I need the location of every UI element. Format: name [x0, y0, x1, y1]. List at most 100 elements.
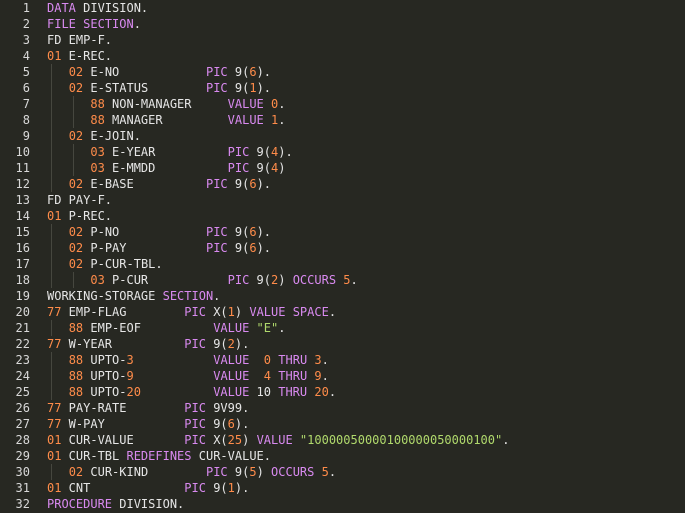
code-line[interactable]: 2 FILE SECTION. [0, 16, 685, 32]
code-token: E-JOIN. [83, 129, 141, 143]
code-line[interactable]: 5 02 E-NO PIC 9(6). [0, 64, 685, 80]
code-text: 02 E-BASE PIC 9(6). [47, 176, 271, 192]
line-number: 32 [15, 497, 30, 511]
line-number: 4 [22, 49, 30, 63]
code-token: FD PAY-F. [47, 193, 113, 207]
code-token: 03 [90, 273, 105, 287]
code-line[interactable]: 29 01 CUR-TBL REDEFINES CUR-VALUE. [0, 448, 685, 464]
code-line[interactable]: 32 PROCEDURE DIVISION. [0, 496, 685, 512]
code-line[interactable]: 17 02 P-CUR-TBL. [0, 256, 685, 272]
code-line[interactable]: 21 88 EMP-EOF VALUE "E". [0, 320, 685, 336]
code-token: ). [256, 177, 272, 191]
line-number: 27 [15, 417, 30, 431]
code-text: 02 CUR-KIND PIC 9(5) OCCURS 5. [47, 464, 336, 480]
code-line[interactable]: 9 02 E-JOIN. [0, 128, 685, 144]
code-line[interactable]: 7 88 NON-MANAGER VALUE 0. [0, 96, 685, 112]
code-token: E-YEAR [104, 145, 228, 159]
code-token: DIVISION. [83, 1, 149, 15]
code-token: OCCURS [271, 465, 315, 479]
code-line[interactable]: 20 77 EMP-FLAG PIC X(1) VALUE SPACE. [0, 304, 685, 320]
code-token: REDEFINES [126, 449, 192, 463]
code-text: 77 W-YEAR PIC 9(2). [47, 336, 249, 352]
code-token: VALUE [227, 97, 264, 111]
code-token: CUR-TBL [61, 449, 127, 463]
code-line[interactable]: 11 03 E-MMDD PIC 9(4) [0, 160, 685, 176]
code-line[interactable]: 15 02 P-NO PIC 9(6). [0, 224, 685, 240]
code-token: UPTO- [83, 385, 127, 399]
code-text: DATA DIVISION. [47, 0, 148, 16]
code-token: NON-MANAGER [104, 97, 228, 111]
code-line[interactable]: 16 02 P-PAY PIC 9(6). [0, 240, 685, 256]
code-line[interactable]: 23 88 UPTO-3 VALUE 0 THRU 3. [0, 352, 685, 368]
code-editor[interactable]: 1 DATA DIVISION. 2 FILE SECTION. 3 FD EMP-F. 4… [0, 0, 685, 513]
code-line[interactable]: 28 01 CUR-VALUE PIC X(25) VALUE "10000050… [0, 432, 685, 448]
code-token: 1 [227, 481, 235, 495]
code-line[interactable]: 27 77 W-PAY PIC 9(6). [0, 416, 685, 432]
code-token: 01 [47, 481, 62, 495]
code-line[interactable]: 24 88 UPTO-9 VALUE 4 THRU 9. [0, 368, 685, 384]
code-token: 77 [47, 305, 62, 319]
code-line[interactable]: 12 02 E-BASE PIC 9(6). [0, 176, 685, 192]
code-token: 02 [68, 129, 84, 143]
code-text: FILE SECTION. [47, 16, 141, 32]
code-line[interactable]: 31 01 CNT PIC 9(1). [0, 480, 685, 496]
code-token: PIC [227, 161, 250, 175]
code-token: VALUE [213, 321, 250, 335]
code-line[interactable]: 13 FD PAY-F. [0, 192, 685, 208]
code-token: 02 [68, 65, 84, 79]
code-token: VALUE [256, 433, 293, 447]
code-token: X( [205, 305, 228, 319]
code-token: THRU [278, 353, 308, 367]
code-text: FD EMP-F. [47, 32, 112, 48]
code-line[interactable]: 1 DATA DIVISION. [0, 0, 685, 16]
code-token: 5 [249, 465, 257, 479]
line-number: 21 [15, 321, 30, 335]
code-line[interactable]: 30 02 CUR-KIND PIC 9(5) OCCURS 5. [0, 464, 685, 480]
code-text: PROCEDURE DIVISION. [47, 496, 184, 512]
code-token: W-PAY [61, 417, 185, 431]
code-line[interactable]: 10 03 E-YEAR PIC 9(4). [0, 144, 685, 160]
code-token: 02 [68, 241, 84, 255]
code-line[interactable]: 26 77 PAY-RATE PIC 9V99. [0, 400, 685, 416]
code-token: P-REC. [61, 209, 113, 223]
code-token: 77 [47, 401, 62, 415]
code-line[interactable]: 14 01 P-REC. [0, 208, 685, 224]
code-line[interactable]: 25 88 UPTO-20 VALUE 10 THRU 20. [0, 384, 685, 400]
code-token: P-PAY [83, 241, 206, 255]
code-token: 9( [249, 161, 272, 175]
line-number: 11 [15, 161, 30, 175]
code-text: 02 E-NO PIC 9(6). [47, 64, 271, 80]
code-token: 5 [321, 465, 329, 479]
code-line[interactable]: 19 WORKING-STORAGE SECTION. [0, 288, 685, 304]
code-token: 4 [263, 369, 272, 383]
code-token: PIC [184, 401, 206, 415]
code-token: P-NO [83, 225, 206, 239]
code-line[interactable]: 3 FD EMP-F. [0, 32, 685, 48]
code-token: 88 [68, 369, 84, 383]
code-token: 02 [68, 177, 84, 191]
line-number: 16 [15, 241, 30, 255]
code-token: ) [256, 465, 272, 479]
code-line[interactable]: 22 77 W-YEAR PIC 9(2). [0, 336, 685, 352]
code-token: VALUE [227, 113, 264, 127]
code-token: 9( [205, 481, 228, 495]
code-line[interactable]: 6 02 E-STATUS PIC 9(1). [0, 80, 685, 96]
code-token: PIC [184, 337, 206, 351]
code-token: UPTO- [83, 369, 127, 383]
code-token: X( [205, 433, 228, 447]
code-token: 01 [47, 449, 62, 463]
code-token: 6 [227, 417, 235, 431]
code-line[interactable]: 18 03 P-CUR PIC 9(2) OCCURS 5. [0, 272, 685, 288]
code-line[interactable]: 4 01 E-REC. [0, 48, 685, 64]
code-text: 77 EMP-FLAG PIC X(1) VALUE SPACE. [47, 304, 336, 320]
line-number: 23 [15, 353, 30, 367]
code-line[interactable]: 8 88 MANAGER VALUE 1. [0, 112, 685, 128]
